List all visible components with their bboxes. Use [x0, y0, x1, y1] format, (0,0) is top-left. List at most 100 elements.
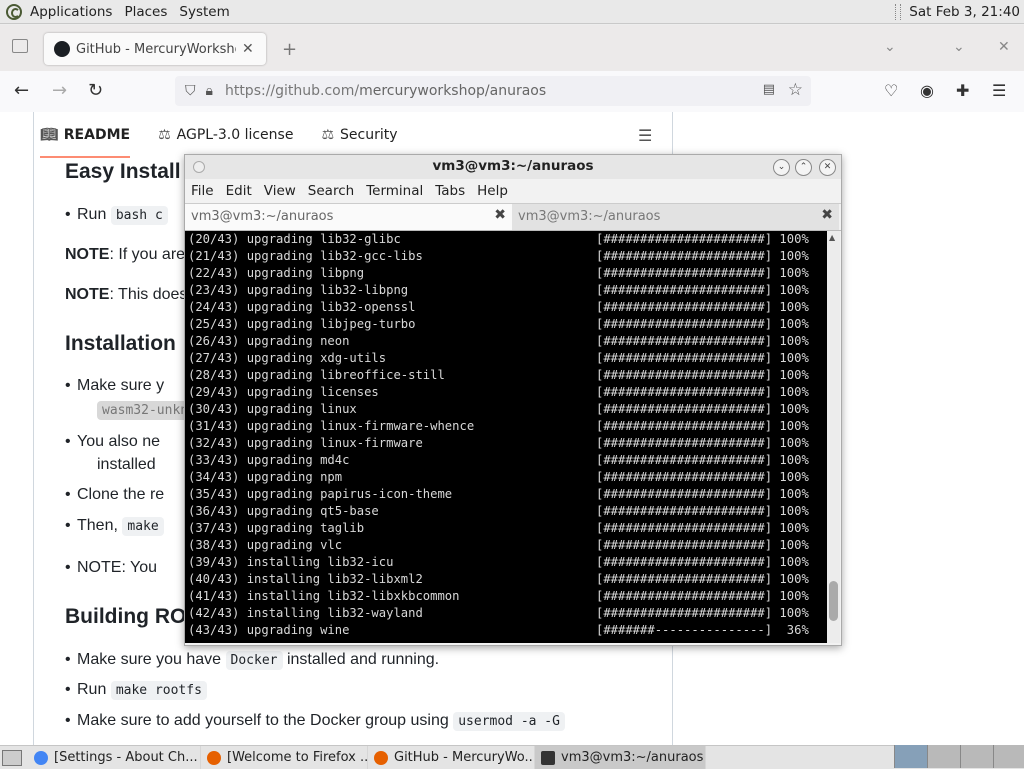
terminal-output[interactable]: (20/43) upgrading lib32-glibc [##########… — [185, 231, 827, 643]
menu-file[interactable]: File — [191, 183, 214, 199]
inline-code-selected: wasm32-unkn — [97, 401, 194, 420]
progress-bar-text: [######################] 100% — [596, 402, 809, 416]
terminal-window[interactable]: vm3@vm3:~/anuraos ⌄ ⌃ ✕ File Edit View S… — [184, 154, 842, 646]
clock[interactable]: Sat Feb 3, 21:40 — [909, 4, 1020, 20]
terminal-line: (36/43) upgrading qt5-base [#############… — [188, 504, 809, 521]
terminal-tab[interactable]: vm3@vm3:~/anuraos ✖ — [185, 204, 512, 230]
terminal-line-text: (34/43) upgrading npm — [188, 470, 343, 484]
menu-places[interactable]: Places — [124, 4, 167, 20]
menu-help[interactable]: Help — [477, 183, 508, 199]
show-desktop-icon[interactable] — [2, 749, 22, 766]
browser-tab-title: GitHub - MercuryWorkshop/anuraos — [76, 41, 236, 57]
readme-tabs: 📖︎ README ⚖ AGPL-3.0 license ⚖ Security — [40, 112, 426, 158]
menu-applications[interactable]: Applications — [30, 4, 112, 20]
progress-bar-text: [######################] 100% — [596, 589, 809, 603]
progress-bar-text: [#######---------------] 36% — [596, 623, 809, 637]
terminal-line-text: (29/43) upgrading licenses — [188, 385, 379, 399]
terminal-line-text: (38/43) upgrading vlc — [188, 538, 343, 552]
terminal-line: (35/43) upgrading papirus-icon-theme [###… — [188, 487, 809, 504]
menu-tabs[interactable]: Tabs — [435, 183, 465, 199]
terminal-line: (21/43) upgrading lib32-gcc-libs [#######… — [188, 249, 809, 266]
tab-security[interactable]: ⚖ Security — [321, 127, 397, 143]
terminal-line: (43/43) upgrading wine [#######----------… — [188, 623, 809, 640]
menu-edit[interactable]: Edit — [226, 183, 252, 199]
list-all-tabs-icon[interactable]: ⌄ — [884, 39, 896, 55]
close-icon[interactable]: ✕ — [819, 159, 836, 176]
progress-bar-text: [######################] 100% — [596, 249, 809, 263]
progress-bar-text: [######################] 100% — [596, 334, 809, 348]
menu-terminal[interactable]: Terminal — [366, 183, 423, 199]
workspace-4[interactable] — [993, 745, 1024, 768]
progress-bar-text: [######################] 100% — [596, 504, 809, 518]
browser-tab[interactable]: GitHub - MercuryWorkshop/anuraos ✕ — [44, 33, 266, 65]
list-item: Clone the re — [65, 486, 164, 504]
reader-view-icon[interactable]: ▤ — [763, 82, 775, 97]
progress-bar-text: [######################] 100% — [596, 521, 809, 535]
github-icon — [54, 41, 70, 57]
forward-icon[interactable]: → — [52, 80, 67, 101]
url-text[interactable]: https://github.com/mercuryworkshop/anura… — [225, 83, 546, 99]
scale-icon: ⚖ — [321, 127, 335, 143]
terminal-tab[interactable]: vm3@vm3:~/anuraos ✖ — [512, 204, 839, 230]
tracking-shield-icon[interactable]: ⛉ — [185, 83, 196, 99]
tab-readme[interactable]: 📖︎ README — [40, 112, 131, 158]
terminal-line: (38/43) upgrading vlc [##################… — [188, 538, 809, 555]
back-icon[interactable]: ← — [14, 80, 29, 101]
scrollbar-thumb[interactable] — [829, 581, 838, 621]
progress-bar-text: [######################] 100% — [596, 283, 809, 297]
tab-license[interactable]: ⚖ AGPL-3.0 license — [158, 127, 293, 143]
workspace-3[interactable] — [960, 745, 993, 768]
progress-bar-text: [######################] 100% — [596, 351, 809, 365]
bookmark-star-icon[interactable]: ☆ — [788, 80, 803, 100]
taskbar-item[interactable]: vm3@vm3:~/anuraos — [535, 746, 706, 769]
outline-icon[interactable]: ☰ — [638, 126, 652, 145]
heading-easy-install: Easy Install ( — [65, 160, 194, 183]
pocket-icon[interactable]: ♡ — [884, 81, 898, 100]
progress-bar-text: [######################] 100% — [596, 385, 809, 399]
account-icon[interactable]: ◉ — [920, 81, 934, 100]
menu-system[interactable]: System — [179, 4, 229, 20]
close-tab-icon[interactable]: ✕ — [242, 41, 254, 57]
workspace-1[interactable] — [894, 745, 927, 768]
terminal-line: (41/43) installing lib32-libxkbcommon [##… — [188, 589, 809, 606]
new-tab-icon[interactable]: + — [282, 39, 297, 60]
list-item: Then, make — [65, 517, 164, 536]
terminal-line-text: (26/43) upgrading neon — [188, 334, 350, 348]
top-panel: Applications Places System Sat Feb 3, 21… — [0, 0, 1024, 24]
taskbar-item[interactable]: GitHub - MercuryWo... — [368, 746, 535, 769]
terminal-titlebar[interactable]: vm3@vm3:~/anuraos ⌄ ⌃ ✕ — [185, 155, 841, 179]
distro-logo-icon[interactable] — [6, 3, 22, 20]
progress-bar-text: [######################] 100% — [596, 436, 809, 450]
scroll-up-icon[interactable]: ▲ — [829, 233, 835, 242]
terminal-line-text: (41/43) installing lib32-libxkbcommon — [188, 589, 460, 603]
extensions-icon[interactable]: ✚ — [956, 81, 969, 100]
firefox-view-icon[interactable] — [12, 39, 28, 53]
list-item: You also ne — [65, 433, 160, 451]
close-tab-icon[interactable]: ✖ — [821, 207, 833, 223]
taskbar-item[interactable]: [Welcome to Firefox ... — [201, 746, 368, 769]
terminal-line: (40/43) installing lib32-libxml2 [#######… — [188, 572, 809, 589]
minimize-window-icon[interactable]: ⌄ — [953, 39, 965, 55]
terminal-line: (33/43) upgrading md4c [#################… — [188, 453, 809, 470]
close-tab-icon[interactable]: ✖ — [494, 207, 506, 223]
lock-icon[interactable]: 🔒︎ — [206, 83, 213, 99]
progress-bar-text: [######################] 100% — [596, 300, 809, 314]
terminal-line-text: (36/43) upgrading qt5-base — [188, 504, 379, 518]
hamburger-menu-icon[interactable]: ☰ — [992, 81, 1006, 100]
terminal-title: vm3@vm3:~/anuraos — [432, 158, 594, 174]
list-item: Run make rootfs — [65, 681, 207, 700]
progress-bar-text: [######################] 100% — [596, 266, 809, 280]
menu-search[interactable]: Search — [308, 183, 354, 199]
workspace-2[interactable] — [927, 745, 960, 768]
reload-icon[interactable]: ↻ — [88, 80, 103, 101]
minimize-icon[interactable]: ⌄ — [773, 159, 790, 176]
progress-bar-text: [######################] 100% — [596, 555, 809, 569]
terminal-line-text: (31/43) upgrading linux-firmware-whence — [188, 419, 475, 433]
terminal-scrollbar[interactable]: ▲ — [827, 231, 840, 643]
menu-view[interactable]: View — [264, 183, 296, 199]
close-window-icon[interactable]: ✕ — [998, 39, 1010, 55]
maximize-icon[interactable]: ⌃ — [795, 159, 812, 176]
taskbar-item[interactable]: [Settings - About Ch... — [28, 746, 201, 769]
url-bar[interactable]: ⛉ 🔒︎ https://github.com/mercuryworkshop/… — [175, 76, 811, 106]
progress-bar-text: [######################] 100% — [596, 453, 809, 467]
